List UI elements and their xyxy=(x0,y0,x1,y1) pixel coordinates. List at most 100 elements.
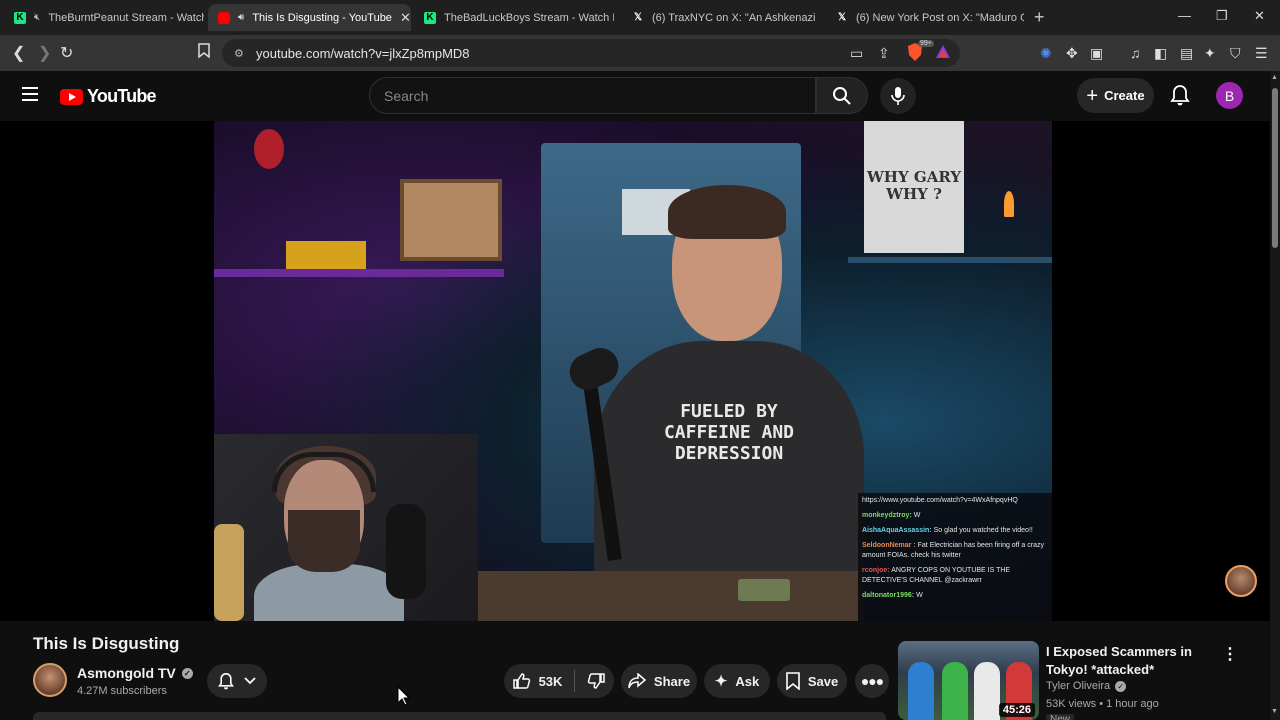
youtube-icon xyxy=(218,11,230,24)
audio-playing-icon[interactable]: 🔊︎ xyxy=(238,12,244,23)
recommended-more-icon[interactable]: ⋮ xyxy=(1222,644,1238,664)
search-input[interactable]: Search xyxy=(369,77,816,114)
sidebar-icon[interactable]: ◧ xyxy=(1154,45,1167,62)
video-player[interactable]: WHY GARY WHY ? FUELED BY CAFFEINE AND DE… xyxy=(0,121,1270,621)
channel-name[interactable]: Asmongold TV xyxy=(77,665,176,681)
hamburger-menu-icon[interactable] xyxy=(22,87,38,101)
chat-message: rconjoe: ANGRY COPS ON YOUTUBE IS THE DE… xyxy=(862,566,1048,586)
chat-message: SeldoonNemar : Fat Electrician has been … xyxy=(862,541,1048,561)
more-actions-button[interactable]: ●●● xyxy=(855,664,889,698)
desk xyxy=(478,571,858,621)
like-dislike-group: 53K xyxy=(504,664,614,698)
browser-tab[interactable]: 𝕏 (6) New York Post on X: "Maduro Ope xyxy=(826,4,1024,31)
toy-blocks xyxy=(286,241,366,269)
wallet-on-desk xyxy=(738,579,790,601)
save-button[interactable]: Save xyxy=(777,664,847,698)
chat-user: daltonator1996: xyxy=(862,592,915,599)
browser-menu-icon[interactable]: ☰ xyxy=(1255,45,1268,62)
site-settings-icon[interactable]: ⚙ xyxy=(234,47,248,60)
reload-icon[interactable]: ↻ xyxy=(60,43,73,63)
channel-name-row[interactable]: Asmongold TV ✓ xyxy=(77,665,193,681)
video-frame[interactable]: WHY GARY WHY ? FUELED BY CAFFEINE AND DE… xyxy=(214,121,1052,621)
new-tab-button[interactable]: + xyxy=(1034,7,1045,28)
close-tab-icon[interactable]: ✕ xyxy=(400,10,411,26)
tab-title: (6) TraxNYC on X: "An Ashkenazi less xyxy=(652,11,818,24)
host-person: FUELED BY CAFFEINE AND DEPRESSION xyxy=(594,185,864,621)
channel-watermark[interactable] xyxy=(1225,565,1257,597)
logo-text: YouTube xyxy=(87,86,157,106)
verified-check-icon: ✓ xyxy=(181,667,193,679)
media-icon[interactable]: ♫ xyxy=(1130,45,1141,61)
share-label: Share xyxy=(653,673,691,689)
wallet-icon[interactable]: ▣ xyxy=(1090,45,1103,62)
browser-tab[interactable]: 𝕏 (6) TraxNYC on X: "An Ashkenazi less xyxy=(622,4,818,31)
vpn-icon[interactable]: ✺ xyxy=(1040,45,1052,62)
new-badge: New xyxy=(1046,714,1075,720)
like-count[interactable]: 53K xyxy=(539,674,563,689)
webcam-body xyxy=(254,564,404,621)
ask-label: Ask xyxy=(735,673,760,689)
leo-ai-icon[interactable]: ✦ xyxy=(1204,45,1216,62)
back-icon[interactable]: ❮ xyxy=(12,43,25,63)
save-label: Save xyxy=(807,673,839,689)
ribbon-rosette xyxy=(254,129,284,169)
plus-icon: + xyxy=(1086,84,1099,107)
create-button[interactable]: + Create xyxy=(1077,78,1154,113)
tab-title: This Is Disgusting - YouTube xyxy=(252,11,392,24)
crypto-wallet-icon[interactable]: ▤ xyxy=(1180,45,1193,62)
scroll-down-arrow-icon[interactable]: ▼ xyxy=(1271,708,1278,715)
recommended-thumbnail[interactable]: 45:26 xyxy=(898,641,1039,720)
bell-icon xyxy=(218,672,234,690)
voice-search-button[interactable] xyxy=(880,78,916,114)
recommended-title[interactable]: I Exposed Scammers in Tokyo! *attacked* xyxy=(1046,643,1216,679)
brave-rewards-icon[interactable] xyxy=(936,45,950,61)
candle xyxy=(1004,191,1014,217)
extensions-icon[interactable]: ✥ xyxy=(1066,45,1078,62)
bookmark-icon xyxy=(786,672,800,690)
search-button[interactable] xyxy=(816,77,868,114)
kick-icon: K xyxy=(14,11,26,24)
shirt-text: FUELED BY CAFFEINE AND DEPRESSION xyxy=(663,401,795,464)
youtube-header: YouTube Search + Create B xyxy=(0,71,1270,121)
forward-icon[interactable]: ❯ xyxy=(38,43,51,63)
thumbs-up-icon[interactable] xyxy=(512,672,531,690)
chat-user: AishaAquaAssassin: xyxy=(862,527,932,534)
thumbs-down-icon[interactable] xyxy=(587,672,606,690)
close-window-icon[interactable]: ✕ xyxy=(1254,8,1265,24)
chat-text: W xyxy=(913,512,921,519)
share-button[interactable]: Share xyxy=(621,664,697,698)
browser-tab[interactable]: K TheBadLuckBoys Stream - Watch Live xyxy=(414,4,614,31)
ask-button[interactable]: ✦ Ask xyxy=(704,664,770,698)
recommended-channel-row[interactable]: Tyler Oliveira ✓ xyxy=(1046,680,1127,692)
chat-user: monkeydztroy: xyxy=(862,512,912,519)
minimize-icon[interactable]: — xyxy=(1178,8,1191,23)
shelf xyxy=(214,269,504,277)
notifications-bell-icon[interactable] xyxy=(1170,84,1190,111)
description-box[interactable] xyxy=(33,712,886,720)
vpn-shield-icon[interactable]: ⛉ xyxy=(1230,45,1241,62)
address-toolbar: ❮ ❯ ↻ ⚙ youtube.com/watch?v=jlxZp8mpMD8 … xyxy=(0,35,1280,71)
share-page-icon[interactable]: ⇪ xyxy=(878,45,890,62)
tab-title: TheBadLuckBoys Stream - Watch Live xyxy=(444,11,614,24)
chat-message: daltonator1996: W xyxy=(862,591,1048,601)
account-avatar[interactable]: B xyxy=(1216,82,1243,109)
restore-icon[interactable]: ❐ xyxy=(1216,8,1228,24)
scroll-up-arrow-icon[interactable]: ▲ xyxy=(1271,74,1278,81)
chat-message: AishaAquaAssassin: So glad you watched t… xyxy=(862,526,1048,536)
recommended-channel[interactable]: Tyler Oliveira xyxy=(1046,680,1110,692)
browser-tab[interactable]: K 🔇︎ TheBurntPeanut Stream - Watch Live xyxy=(4,4,204,31)
shelf xyxy=(848,257,1052,263)
channel-avatar[interactable] xyxy=(33,663,67,697)
bookmark-icon[interactable] xyxy=(198,43,210,63)
page-scrollbar-thumb[interactable] xyxy=(1272,88,1278,248)
browser-tab-active[interactable]: 🔊︎ This Is Disgusting - YouTube ✕ xyxy=(208,4,411,31)
chat-user: SeldoonNemar : xyxy=(862,542,916,549)
youtube-logo[interactable]: YouTube xyxy=(60,86,157,107)
chat-text: https://www.youtube.com/watch?v=4WxAfnpq… xyxy=(862,497,1018,504)
subscribed-notifications-button[interactable] xyxy=(207,664,267,698)
verified-check-icon: ✓ xyxy=(1115,680,1127,692)
sparkle-icon: ✦ xyxy=(714,673,728,690)
mouse-cursor-icon xyxy=(397,686,411,706)
muted-icon[interactable]: 🔇︎ xyxy=(34,12,40,23)
cast-icon[interactable]: ▭ xyxy=(850,45,863,62)
